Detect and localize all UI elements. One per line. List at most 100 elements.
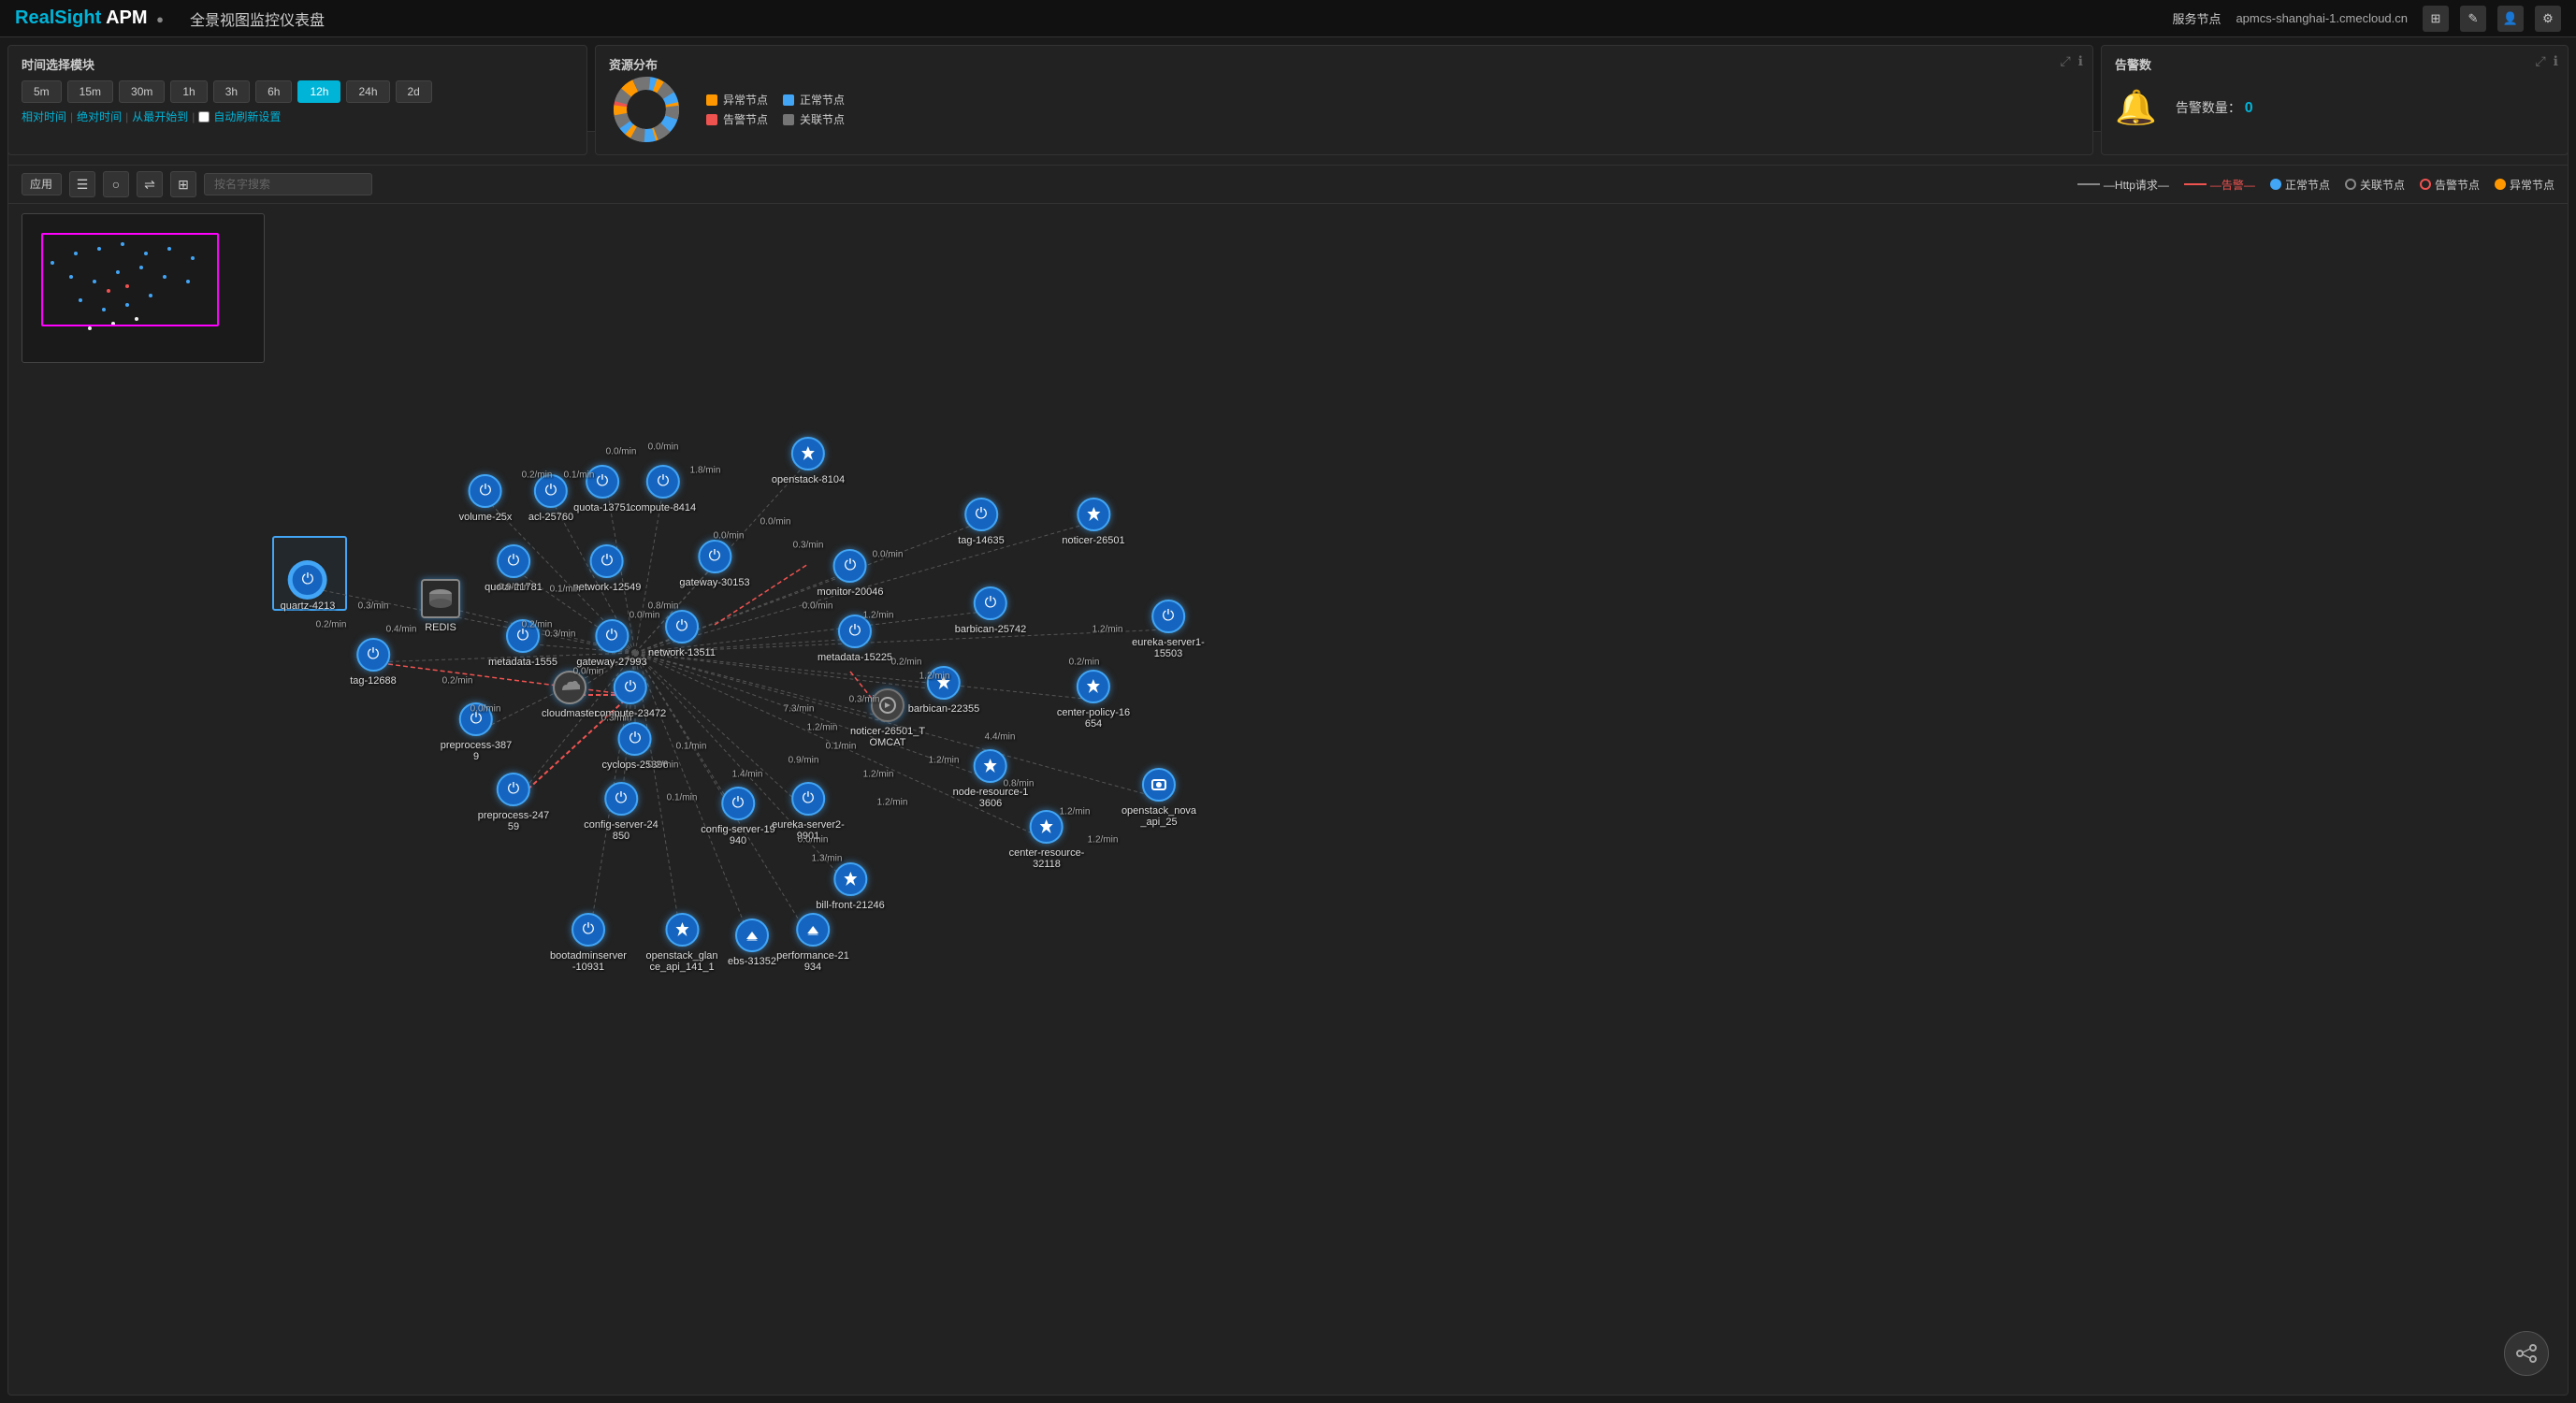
node-preprocess-24759[interactable]: ⏻ preprocess-24759 — [478, 773, 549, 832]
node-noticer-26501[interactable]: noticer-26501 — [1062, 498, 1124, 546]
header-left: RealSight APM ● 全景视图监控仪表盘 — [15, 7, 325, 30]
settings-icon[interactable]: ⚙ — [2535, 6, 2561, 32]
node-noticer-tomcat[interactable]: noticer-26501_TOMCAT — [850, 688, 925, 748]
from-start-link[interactable]: 从最开始到 — [132, 108, 188, 124]
bell-icon: 🔔 — [2115, 88, 2157, 127]
user-icon[interactable]: 👤 — [2497, 6, 2524, 32]
expand-icon[interactable]: ⤢ — [2060, 53, 2070, 69]
node-openstack-nova[interactable]: openstack_nova_api_25 — [1122, 768, 1196, 828]
node-openstack-8104[interactable]: openstack-8104 — [772, 437, 845, 485]
time-selector-panel: 时间选择模块 5m 15m 30m 1h 3h 6h 12h 24h 2d 相对… — [7, 45, 587, 155]
grid-icon-btn[interactable]: ⊞ — [170, 171, 196, 197]
node-eureka-server1[interactable]: ⏻ eureka-server1-15503 — [1132, 600, 1205, 659]
top-row: 时间选择模块 5m 15m 30m 1h 3h 6h 12h 24h 2d 相对… — [0, 37, 2576, 131]
node-config-server-24850[interactable]: ⏻ config-server-24850 — [584, 782, 658, 842]
legend-abnormal: 异常节点 — [706, 92, 768, 108]
alert-expand-icon[interactable]: ⤢ — [2535, 53, 2545, 69]
minimap-dot — [69, 275, 73, 279]
time-btn-12h[interactable]: 12h — [297, 80, 340, 103]
edge-label: 0.2/min — [442, 676, 473, 687]
related-dot — [783, 114, 794, 125]
node-acl-25760[interactable]: ⏻ acl-25760 — [528, 474, 573, 523]
node-tag-12688[interactable]: ⏻ tag-12688 — [350, 638, 397, 687]
time-btn-15m[interactable]: 15m — [67, 80, 113, 103]
time-btn-1h[interactable]: 1h — [170, 80, 207, 103]
edge-label: 0.3/min — [358, 601, 389, 612]
time-btn-5m[interactable]: 5m — [22, 80, 62, 103]
node-quota-13751[interactable]: ⏻ quota-13751 — [573, 465, 631, 513]
time-btn-3h[interactable]: 3h — [213, 80, 250, 103]
minimap-dot — [139, 266, 143, 269]
minimap-dot — [186, 280, 190, 283]
minimap — [22, 213, 265, 363]
node-barbican-25742[interactable]: ⏻ barbican-25742 — [955, 586, 1026, 635]
minimap-dot — [93, 280, 96, 283]
node-performance[interactable]: performance-21934 — [776, 913, 849, 973]
minimap-dot — [79, 298, 82, 302]
node-network-12549[interactable]: ⏻ network-12549 — [573, 544, 642, 593]
help-icon[interactable]: ● — [156, 12, 164, 26]
header: RealSight APM ● 全景视图监控仪表盘 服务节点 apmcs-sha… — [0, 0, 2576, 37]
edges-svg — [8, 204, 2568, 1395]
node-center-policy[interactable]: center-policy-16654 — [1057, 670, 1130, 730]
node-metadata-15225[interactable]: ⏻ metadata-15225 — [818, 615, 892, 663]
edge-line — [635, 653, 944, 690]
resource-dist-title: 资源分布 — [609, 55, 658, 73]
node-gateway-27993[interactable]: ⏻ gateway-27993 — [576, 619, 646, 668]
app-select[interactable]: 应用 — [22, 173, 62, 195]
time-sub-row: 相对时间 | 绝对时间 | 从最开始到 | 自动刷新设置 — [22, 108, 573, 124]
time-btn-24h[interactable]: 24h — [346, 80, 389, 103]
auto-refresh-checkbox[interactable]: 自动刷新设置 — [198, 108, 281, 124]
node-config-server-19940[interactable]: ⏻ config-server-19940 — [701, 787, 774, 846]
alert-info-icon[interactable]: ℹ — [2554, 53, 2558, 69]
node-bill-front[interactable]: bill-front-21246 — [816, 862, 884, 911]
node-cloudmaster[interactable]: cloudmaster — [542, 671, 598, 719]
node-ebs-31352[interactable]: ebs-31352 — [728, 918, 776, 967]
map-area[interactable]: ⏻ quartz-4213 ⏻ tag-12688 — [8, 204, 2568, 1395]
node-metadata-1555[interactable]: ⏻ metadata-1555 — [488, 619, 557, 668]
edit-icon[interactable]: ✎ — [2460, 6, 2486, 32]
share-button[interactable] — [2504, 1331, 2549, 1376]
main-content: 时间选择模块 5m 15m 30m 1h 3h 6h 12h 24h 2d 相对… — [0, 37, 2576, 1403]
monitor-icon[interactable]: ⊞ — [2423, 6, 2449, 32]
http-line-sample — [2077, 183, 2100, 185]
edge-label: 0.4/min — [386, 625, 417, 635]
list-icon-btn[interactable]: ☰ — [69, 171, 95, 197]
absolute-time-link[interactable]: 绝对时间 — [77, 108, 122, 124]
edge-label: 0.0/min — [648, 442, 679, 453]
legend-abnormal-node: 异常节点 — [2495, 177, 2554, 193]
search-input[interactable] — [204, 173, 372, 195]
alert-node-sample — [2420, 179, 2431, 190]
node-eureka-server2[interactable]: ⏻ eureka-server2-9901 — [772, 782, 845, 842]
node-volume[interactable]: ⏻ volume-25x — [459, 474, 513, 523]
time-buttons: 5m 15m 30m 1h 3h 6h 12h 24h 2d — [22, 80, 573, 103]
info-icon[interactable]: ℹ — [2078, 53, 2083, 69]
node-quota-21781[interactable]: ⏻ quota-21781 — [485, 544, 543, 593]
node-tag-14635[interactable]: ⏻ tag-14635 — [958, 498, 1005, 546]
time-btn-2d[interactable]: 2d — [396, 80, 432, 103]
instance-toolbar: 应用 ☰ ○ ⇌ ⊞ —Http请求— —告警— — [8, 166, 2568, 204]
node-openstack-glance[interactable]: openstack_glance_api_141_1 — [645, 913, 717, 973]
node-center-resource[interactable]: center-resource-32118 — [1009, 810, 1085, 870]
node-gateway-30153[interactable]: ⏻ gateway-30153 — [679, 540, 749, 588]
shuffle-icon-btn[interactable]: ⇌ — [137, 171, 163, 197]
minimap-viewport — [41, 233, 219, 326]
node-redis[interactable]: REDIS — [421, 579, 460, 633]
auto-refresh-input[interactable] — [198, 111, 210, 123]
node-monitor-20046[interactable]: ⏻ monitor-20046 — [818, 549, 884, 598]
node-compute-8414[interactable]: ⏻ compute-8414 — [630, 465, 696, 513]
edge-label: 1.2/min — [877, 798, 908, 808]
relative-time-link[interactable]: 相对时间 — [22, 108, 66, 124]
time-btn-6h[interactable]: 6h — [255, 80, 292, 103]
node-network-13511[interactable]: ⏻ network-13511 — [648, 610, 716, 658]
minimap-dot-white — [88, 326, 92, 330]
node-quartz-4213[interactable]: ⏻ quartz-4213 — [281, 563, 336, 612]
node-preprocess-3879[interactable]: ⏻ preprocess-3879 — [441, 702, 512, 762]
time-btn-30m[interactable]: 30m — [119, 80, 165, 103]
legend-alert-line: —告警— — [2184, 177, 2255, 193]
node-cyclops-25396[interactable]: ⏻ cyclops-25396 — [602, 722, 669, 771]
circle-icon-btn[interactable]: ○ — [103, 171, 129, 197]
node-resource-13606[interactable]: node-resource-13606 — [953, 749, 1029, 809]
node-compute-23472[interactable]: ⏻ compute-23472 — [595, 671, 666, 719]
node-bootadmin[interactable]: ⏻ bootadminserver-10931 — [550, 913, 627, 973]
